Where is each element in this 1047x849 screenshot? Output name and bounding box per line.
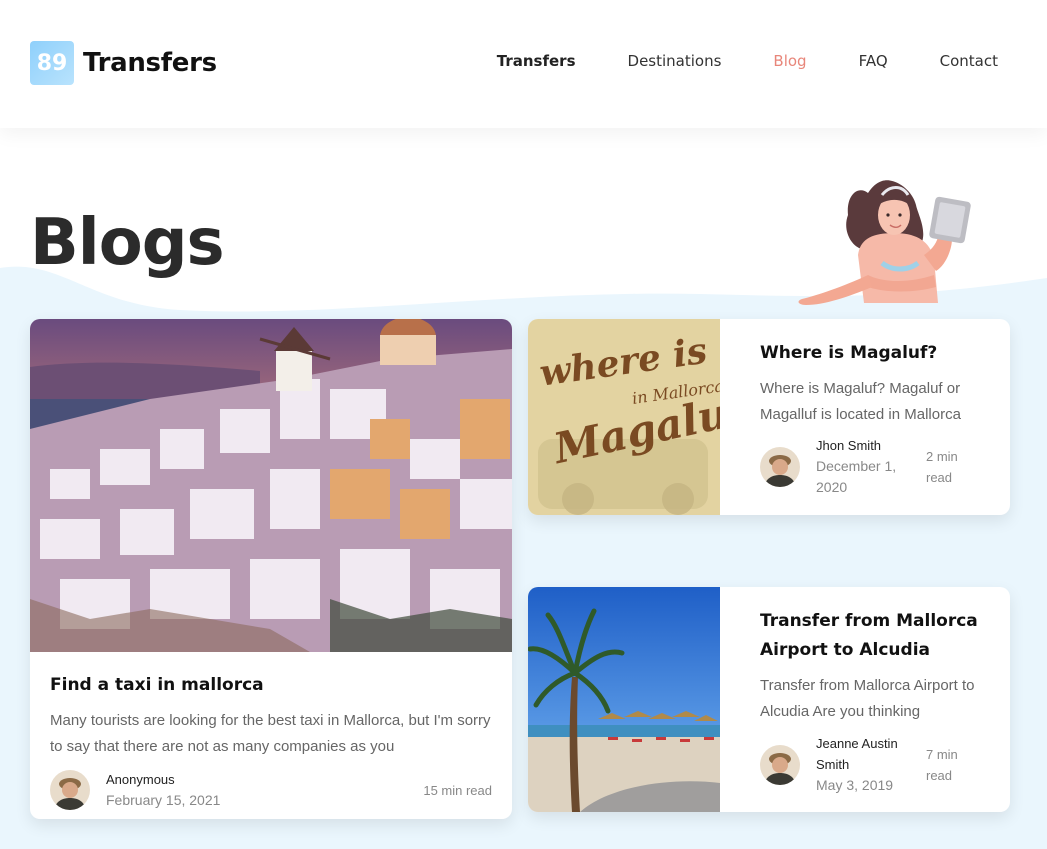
beach-palm-tree-image xyxy=(528,587,720,812)
nav-transfers[interactable]: Transfers xyxy=(497,52,576,70)
blog-card-magaluf[interactable]: where is in Mallorca Magaluf Where is Ma… xyxy=(528,319,1010,515)
post-date: May 3, 2019 xyxy=(816,777,894,793)
blog-card-featured[interactable]: Find a taxi in mallorca Many tourists ar… xyxy=(30,319,512,819)
nav-faq[interactable]: FAQ xyxy=(859,52,888,70)
post-title[interactable]: Find a taxi in mallorca xyxy=(50,671,492,700)
post-date: December 1, 2020 xyxy=(816,458,897,495)
nav-destinations[interactable]: Destinations xyxy=(628,52,722,70)
author-avatar xyxy=(760,446,800,487)
author-avatar xyxy=(50,770,90,810)
post-excerpt: Many tourists are looking for the best t… xyxy=(50,712,491,755)
nav-blog[interactable]: Blog xyxy=(773,52,806,70)
author-name: Jhon Smith xyxy=(816,438,882,453)
post-excerpt: Where is Magaluf? Magaluf or Magalluf is… xyxy=(760,380,961,423)
author-name: Jeanne Austin Smith xyxy=(816,736,898,772)
read-time: 2 min read xyxy=(926,448,958,485)
nav-contact[interactable]: Contact xyxy=(940,52,998,70)
post-excerpt: Transfer from Mallorca Airport to Alcudi… xyxy=(760,677,975,720)
logo-text: Transfers xyxy=(83,48,217,78)
post-meta: Jhon Smith December 1, 2020 2 min read xyxy=(760,435,990,498)
post-meta: Jeanne Austin Smith May 3, 2019 7 min re… xyxy=(760,733,990,796)
blog-card-alcudia[interactable]: Transfer from Mallorca Airport to Alcudi… xyxy=(528,587,1010,812)
post-date: February 15, 2021 xyxy=(106,792,221,808)
read-time: 15 min read xyxy=(423,783,492,798)
where-is-magaluf-image: where is in Mallorca Magaluf xyxy=(528,319,720,515)
post-title[interactable]: Where is Magaluf? xyxy=(760,339,990,368)
santorini-village-image xyxy=(30,319,512,652)
page-title: Blogs xyxy=(30,206,225,280)
read-time: 7 min read xyxy=(926,746,958,783)
author-name: Anonymous xyxy=(106,772,175,787)
logo-badge: 89 xyxy=(30,41,74,85)
post-title[interactable]: Transfer from Mallorca Airport to Alcudi… xyxy=(760,607,990,665)
site-header: 89 Transfers Transfers Destinations Blog… xyxy=(0,0,1047,128)
logo[interactable]: 89 Transfers xyxy=(30,41,217,85)
author-avatar xyxy=(760,744,800,785)
woman-with-tablet-illustration xyxy=(798,180,971,305)
main-nav: Transfers Destinations Blog FAQ Contact xyxy=(445,52,998,70)
post-meta: Anonymous February 15, 2021 15 min read xyxy=(50,769,492,811)
